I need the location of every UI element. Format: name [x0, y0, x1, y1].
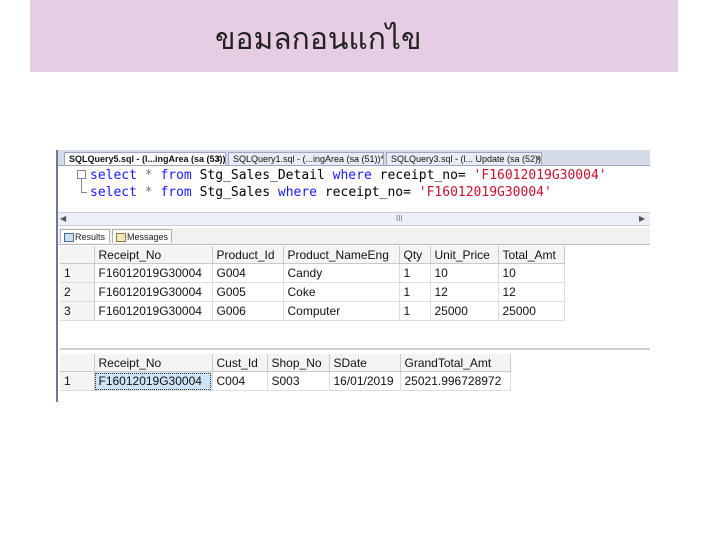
grid-cell[interactable]: S003 — [267, 371, 330, 391]
grid-cell[interactable]: G006 — [212, 301, 284, 321]
horizontal-scrollbar[interactable]: ◀ III ▶ — [56, 212, 650, 226]
grid-cell[interactable]: 25021.996728972 — [400, 371, 511, 391]
keyword: where — [332, 168, 372, 183]
results-grid-sales: Receipt_No Cust_Id Shop_No SDate GrandTo… — [60, 354, 511, 391]
row-number[interactable]: 3 — [60, 301, 95, 321]
tab-messages-label: Messages — [127, 232, 169, 242]
outline-line — [81, 179, 82, 192]
scroll-grip-icon[interactable]: III — [396, 213, 403, 225]
grid-cell[interactable]: G004 — [212, 263, 284, 283]
string-literal: 'F16012019G30004' — [473, 168, 607, 183]
close-icon[interactable]: x — [216, 152, 221, 165]
table-row: 1 F16012019G30004 C004 S003 16/01/2019 2… — [60, 371, 511, 391]
tab-messages[interactable]: Messages — [112, 229, 172, 243]
grid-corner[interactable] — [60, 354, 95, 372]
code-line-2: select * from Stg_Sales where receipt_no… — [90, 185, 552, 201]
grid-cell[interactable]: 25000 — [498, 301, 565, 321]
column-header[interactable]: Qty — [399, 246, 431, 264]
condition: receipt_no= — [324, 185, 411, 200]
query-tab-bar: SQLQuery5.sql - (l...ingArea (sa (53))* … — [56, 150, 650, 166]
code-line-1: select * from Stg_Sales_Detail where rec… — [90, 168, 607, 184]
column-header[interactable]: Receipt_No — [94, 354, 213, 372]
column-header[interactable]: Product_NameEng — [283, 246, 400, 264]
row-number[interactable]: 1 — [60, 371, 95, 391]
results-tab-bar: Results Messages — [56, 228, 650, 245]
ssms-screenshot: SQLQuery5.sql - (l...ingArea (sa (53))* … — [56, 150, 650, 402]
star: * — [144, 185, 153, 200]
column-header[interactable]: SDate — [329, 354, 401, 372]
column-header[interactable]: Cust_Id — [212, 354, 268, 372]
scroll-left-icon[interactable]: ◀ — [60, 213, 66, 225]
keyword: from — [160, 168, 192, 183]
row-number[interactable]: 1 — [60, 263, 95, 283]
table-name: Stg_Sales — [199, 185, 271, 200]
grid-icon — [64, 233, 74, 242]
keyword: select — [90, 185, 137, 200]
grid-cell[interactable]: 12 — [498, 282, 565, 302]
message-icon — [116, 233, 126, 242]
table-row: 3 F16012019G30004 G006 Computer 1 25000 … — [60, 301, 565, 321]
column-header[interactable]: Total_Amt — [498, 246, 565, 264]
grid-header-row: Receipt_No Product_Id Product_NameEng Qt… — [60, 246, 565, 264]
grid-header-row: Receipt_No Cust_Id Shop_No SDate GrandTo… — [60, 354, 511, 372]
scroll-right-icon[interactable]: ▶ — [639, 213, 645, 225]
left-divider — [56, 150, 58, 402]
grid-cell[interactable]: 1 — [399, 282, 431, 302]
column-header[interactable]: Shop_No — [267, 354, 330, 372]
condition: receipt_no= — [379, 168, 466, 183]
keyword: from — [160, 185, 192, 200]
close-icon[interactable]: x — [536, 152, 541, 165]
results-grid-sales-detail: Receipt_No Product_Id Product_NameEng Qt… — [60, 246, 565, 321]
tab-sqlquery1[interactable]: SQLQuery1.sql - (...ingArea (sa (51))* — [228, 152, 384, 165]
string-literal: 'F16012019G30004' — [418, 185, 552, 200]
grid-cell[interactable]: 10 — [430, 263, 499, 283]
tab-sqlquery5[interactable]: SQLQuery5.sql - (l...ingArea (sa (53))* — [64, 152, 226, 165]
grid-cell[interactable]: F16012019G30004 — [94, 263, 213, 283]
table-row: 1 F16012019G30004 G004 Candy 1 10 10 — [60, 263, 565, 283]
grid-cell[interactable]: G005 — [212, 282, 284, 302]
tab-results-label: Results — [75, 232, 106, 242]
tab-sqlquery3[interactable]: SQLQuery3.sql - (l... Update (sa (52))* — [386, 152, 542, 165]
grid-cell[interactable]: F16012019G30004 — [94, 282, 213, 302]
grid-cell[interactable]: 10 — [498, 263, 565, 283]
grid-cell[interactable]: 12 — [430, 282, 499, 302]
column-header[interactable]: Product_Id — [212, 246, 284, 264]
grid-cell[interactable]: Candy — [283, 263, 400, 283]
grid-corner[interactable] — [60, 246, 95, 264]
outline-elbow — [81, 192, 87, 193]
row-number[interactable]: 2 — [60, 282, 95, 302]
grid-cell[interactable]: 1 — [399, 301, 431, 321]
keyword: select — [90, 168, 137, 183]
star: * — [144, 168, 153, 183]
tab-results[interactable]: Results — [60, 229, 110, 243]
grid-cell[interactable]: Computer — [283, 301, 400, 321]
column-header[interactable]: Unit_Price — [430, 246, 499, 264]
grid-cell[interactable]: Coke — [283, 282, 400, 302]
column-header[interactable]: Receipt_No — [94, 246, 213, 264]
table-row: 2 F16012019G30004 G005 Coke 1 12 12 — [60, 282, 565, 302]
slide-title: ขอมลกอนแกไข — [215, 22, 422, 57]
collapse-icon[interactable] — [77, 170, 86, 179]
grid-cell[interactable]: F16012019G30004 — [94, 301, 213, 321]
grid-cell[interactable]: 1 — [399, 263, 431, 283]
grid-cell[interactable]: 16/01/2019 — [329, 371, 401, 391]
keyword: where — [277, 185, 318, 200]
grid-cell-selected[interactable]: F16012019G30004 — [94, 371, 213, 391]
grid-cell[interactable]: C004 — [212, 371, 268, 391]
table-name: Stg_Sales_Detail — [199, 168, 325, 183]
grid-cell[interactable]: 25000 — [430, 301, 499, 321]
column-header[interactable]: GrandTotal_Amt — [400, 354, 511, 372]
results-pane-divider[interactable] — [60, 348, 650, 350]
query-editor[interactable]: select * from Stg_Sales_Detail where rec… — [56, 166, 650, 212]
